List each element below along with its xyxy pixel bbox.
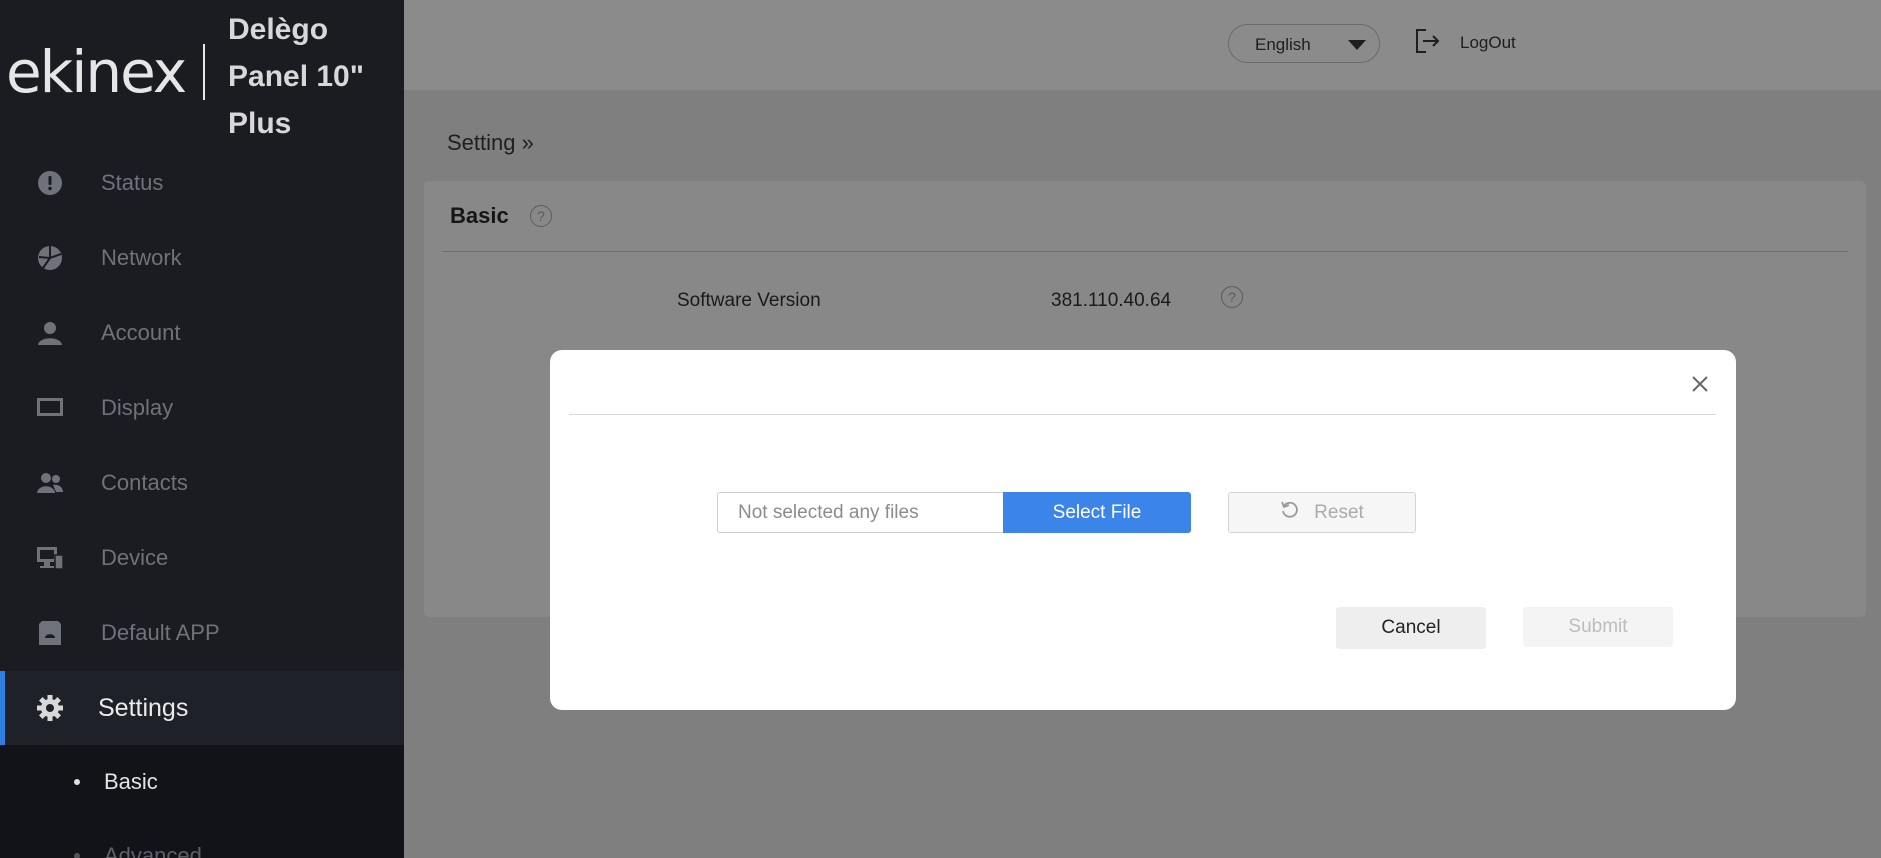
ekinex-logo: ekinex <box>6 38 187 106</box>
reset-label: Reset <box>1314 501 1364 523</box>
cancel-button[interactable]: Cancel <box>1336 607 1486 649</box>
sidebar-item-label: Account <box>101 320 181 345</box>
language-value: English <box>1255 35 1311 54</box>
top-header: English LogOut <box>404 0 1881 90</box>
sidebar: ekinex Delègo Panel 10" Plus Status Netw… <box>0 0 404 858</box>
language-select[interactable]: English <box>1228 24 1380 63</box>
product-name-line-1: Delègo <box>228 13 329 46</box>
logout-label: LogOut <box>1460 33 1516 52</box>
logo-divider <box>203 44 205 100</box>
logout-button[interactable]: LogOut <box>1414 26 1516 60</box>
sidebar-item-label: Device <box>101 545 169 570</box>
software-version-value: 381.110.40.64 <box>1051 290 1172 311</box>
sidebar-item-label: Contacts <box>101 470 188 495</box>
sidebar-item-label: Default APP <box>101 620 220 645</box>
sidebar-item-status[interactable]: Status <box>0 146 404 220</box>
sidebar-item-contacts[interactable]: Contacts <box>0 446 404 520</box>
monitor-icon <box>36 394 64 422</box>
product-name-line-3: Plus <box>228 107 292 140</box>
sidebar-item-label: Network <box>101 245 182 270</box>
network-icon <box>36 244 64 272</box>
brand-block: ekinex Delègo Panel 10" Plus <box>0 0 404 160</box>
sidebar-subitem-basic[interactable]: Basic <box>0 745 404 819</box>
sidebar-item-account[interactable]: Account <box>0 296 404 370</box>
exclamation-circle-icon <box>36 169 64 197</box>
sidebar-item-device[interactable]: Device <box>0 521 404 595</box>
reset-button[interactable]: Reset <box>1228 492 1416 533</box>
panel-divider <box>442 251 1848 252</box>
device-icon <box>36 544 64 572</box>
contacts-icon <box>36 469 64 497</box>
product-name-line-2: Panel 10" <box>228 60 364 93</box>
select-file-button[interactable]: Select File <box>1003 492 1191 533</box>
help-icon[interactable]: ? <box>530 205 552 227</box>
file-name-field[interactable]: Not selected any files <box>717 492 1004 533</box>
help-icon[interactable]: ? <box>1221 286 1243 308</box>
close-icon[interactable] <box>1688 372 1712 396</box>
product-name: Delègo Panel 10" Plus <box>228 6 398 147</box>
sidebar-item-display[interactable]: Display <box>0 371 404 445</box>
panel-title: Basic <box>450 203 509 228</box>
software-version-label: Software Version <box>677 290 821 311</box>
sidebar-subitem-label: Basic <box>104 769 158 794</box>
sidebar-item-default-app[interactable]: Default APP <box>0 596 404 670</box>
sidebar-subitem-label: Advanced <box>104 843 202 858</box>
breadcrumb: Setting » <box>447 130 534 155</box>
sidebar-item-network[interactable]: Network <box>0 221 404 295</box>
sidebar-subitem-advanced[interactable]: Advanced <box>0 819 404 858</box>
file-placeholder: Not selected any files <box>738 502 919 523</box>
gear-icon <box>36 694 64 722</box>
sidebar-item-settings[interactable]: Settings <box>0 671 404 745</box>
upload-dialog: Not selected any files Select File Reset… <box>550 350 1736 710</box>
sidebar-item-label: Settings <box>98 693 189 722</box>
logout-icon <box>1414 27 1440 60</box>
reset-icon <box>1280 500 1300 525</box>
sidebar-item-label: Status <box>101 170 164 195</box>
caret-down-icon <box>1348 40 1366 50</box>
bullet-icon <box>74 779 80 785</box>
dialog-divider <box>569 414 1716 415</box>
bullet-icon <box>74 853 80 858</box>
submit-button[interactable]: Submit <box>1523 607 1673 647</box>
sidebar-item-label: Display <box>101 395 174 420</box>
app-icon <box>36 619 64 647</box>
user-icon <box>36 319 64 347</box>
